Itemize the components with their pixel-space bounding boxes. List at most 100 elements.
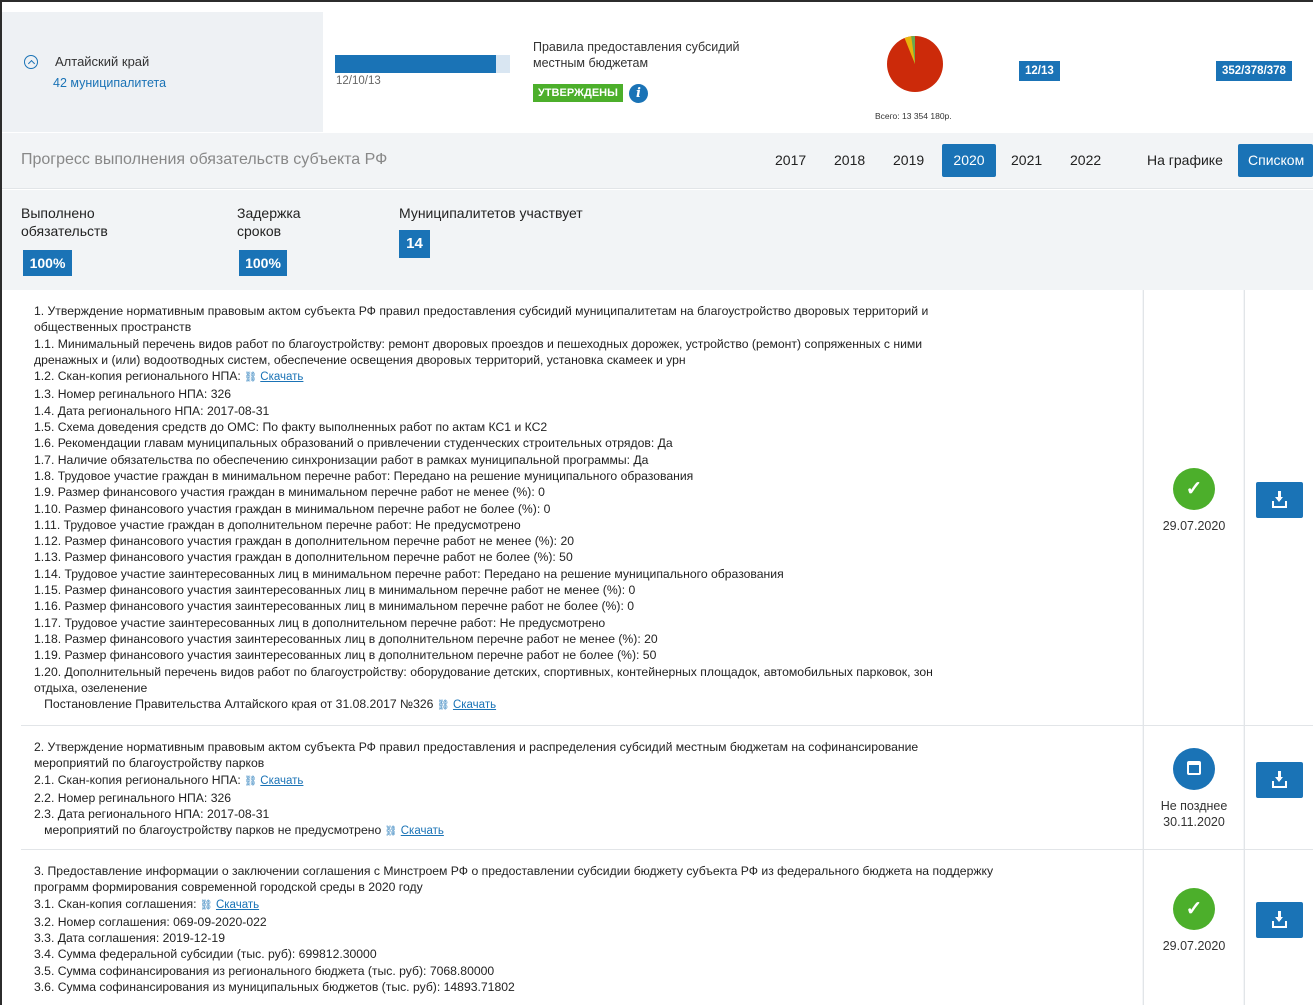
obligation-line-text: 1.3. Номер регинального НПА: 326: [34, 387, 232, 402]
count-badge-agreements[interactable]: 12/13: [1019, 61, 1060, 81]
obligation-line-text: 2.1. Скан-копия регионального НПА:: [34, 772, 245, 787]
obligation-line: 1.1. Минимальный перечень видов работ по…: [34, 336, 1132, 352]
link-icon: ⛓: [436, 700, 450, 712]
obligation-line: 2.3. Дата регионального НПА: 2017-08-31: [34, 806, 1132, 822]
status-date: 29.07.2020: [1162, 939, 1226, 953]
obligation-line: 2. Утверждение нормативным правовым акто…: [34, 739, 1132, 755]
download-cell: [1244, 850, 1313, 1005]
year-tab-2022[interactable]: 2022: [1062, 144, 1109, 177]
download-cell: [1244, 290, 1313, 725]
download-button[interactable]: [1256, 762, 1303, 798]
stats-row: Выполнено обязательств 100% Задержка сро…: [2, 190, 1313, 290]
year-tab-2021[interactable]: 2021: [1003, 144, 1050, 177]
obligation-line-text: Постановление Правительства Алтайского к…: [34, 697, 437, 712]
download-link[interactable]: Скачать: [260, 775, 303, 787]
status-date-line-2: 30.11.2020: [1163, 815, 1225, 829]
obligation-line: 3.1. Скан-копия соглашения: ⛓ Скачать: [34, 896, 1132, 914]
obligation-line: 1.16. Размер финансового участия заинтер…: [34, 598, 1132, 614]
status-cell: ✓ 29.07.2020: [1143, 850, 1243, 1005]
obligation-line-text: 1.9. Размер финансового участия граждан …: [34, 485, 545, 500]
obligation-line-text: 1.17. Трудовое участие заинтересованных …: [34, 615, 606, 630]
obligation-line: 1.4. Дата регионального НПА: 2017-08-31: [34, 403, 1132, 419]
download-link[interactable]: Скачать: [453, 699, 496, 711]
download-link[interactable]: Скачать: [401, 825, 444, 837]
obligation-line-text: 1.8. Трудовое участие граждан в минималь…: [34, 468, 694, 483]
year-tab-2019[interactable]: 2019: [885, 144, 932, 177]
obligation-text: 1. Утверждение нормативным правовым акто…: [21, 290, 1142, 725]
muni-value: 14: [399, 230, 430, 258]
obligation-line-text: 1.11. Трудовое участие граждан в дополни…: [34, 517, 521, 532]
obligation-line-text: отдыха, озеленение: [34, 680, 148, 695]
delay-value: 100%: [239, 250, 287, 276]
obligation-line: 3.3. Дата соглашения: 2019-12-19: [34, 930, 1132, 946]
obligation-line: 3.2. Номер соглашения: 069-09-2020-022: [34, 914, 1132, 930]
download-tray-icon: [1272, 781, 1287, 788]
year-tab-2017[interactable]: 2017: [767, 144, 814, 177]
obligation-line: 1.3. Номер регинального НПА: 326: [34, 386, 1132, 402]
obligation-line-text: 1.5. Схема доведения средств до ОМС: По …: [34, 420, 548, 435]
obligation-line-text: 2.3. Дата регионального НПА: 2017-08-31: [34, 807, 270, 822]
municipalities-link[interactable]: 42 муниципалитета: [53, 76, 166, 90]
download-link[interactable]: Скачать: [216, 899, 259, 911]
link-icon: ⛓: [244, 372, 257, 384]
obligation-line-text: 1.16. Размер финансового участия заинтер…: [34, 599, 635, 614]
done-label: Выполнено обязательств: [21, 204, 108, 240]
download-button[interactable]: [1256, 902, 1303, 938]
info-icon[interactable]: i: [629, 84, 648, 103]
obligation-line: отдыха, озеленение: [34, 680, 1132, 696]
year-tab-2020[interactable]: 2020: [942, 144, 996, 177]
collapse-icon[interactable]: [24, 55, 38, 69]
delay-label-line-2: сроков: [237, 223, 282, 239]
obligation-item: 3. Предоставление информации о заключени…: [21, 850, 1313, 1005]
muni-label: Муниципалитетов участвует: [399, 205, 583, 221]
obligation-line-text: 1.4. Дата регионального НПА: 2017-08-31: [34, 403, 270, 418]
obligation-line-text: 1.10. Размер финансового участия граждан…: [34, 501, 551, 516]
link-icon: ⛓: [384, 826, 398, 838]
download-link[interactable]: Скачать: [260, 371, 303, 383]
obligation-line-text: программ формирования современной городс…: [34, 880, 423, 895]
obligation-line: мероприятий по благоустройству парков: [34, 755, 1132, 771]
obligation-line-text: 1.12. Размер финансового участия граждан…: [34, 534, 575, 549]
status-date-line-1: Не позднее: [1160, 799, 1228, 813]
region-cell: Алтайский край 42 муниципалитета: [2, 12, 323, 132]
obligation-line-text: 1. Утверждение нормативным правовым акто…: [34, 304, 929, 318]
delay-label: Задержка сроков: [237, 204, 301, 240]
obligation-line-text: 3.3. Дата соглашения: 2019-12-19: [34, 931, 225, 946]
obligation-line-text: 1.7. Наличие обязательства по обеспечени…: [34, 452, 649, 467]
obligation-line: 1.9. Размер финансового участия граждан …: [34, 484, 1132, 500]
region-progress-fill: [335, 55, 496, 73]
obligation-line: 1.5. Схема доведения средств до ОМС: По …: [34, 419, 1132, 435]
obligation-line-text: 1.20. Дополнительный перечень видов рабо…: [34, 664, 933, 679]
download-button[interactable]: [1256, 482, 1303, 518]
progress-header: Прогресс выполнения обязательств субъект…: [2, 133, 1313, 189]
obligation-line: 1.14. Трудовое участие заинтересованных …: [34, 566, 1132, 582]
status-badge: УТВЕРЖДЕНЫ: [533, 84, 623, 102]
obligation-line-text: 3.4. Сумма федеральной субсидии (тыс. ру…: [34, 947, 377, 962]
obligation-line: 1.18. Размер финансового участия заинтер…: [34, 631, 1132, 647]
obligation-line: 1.19. Размер финансового участия заинтер…: [34, 647, 1132, 663]
obligation-line: 1.11. Трудовое участие граждан в дополни…: [34, 517, 1132, 533]
view-list-button[interactable]: Списком: [1238, 144, 1313, 177]
obligation-line: 1.7. Наличие обязательства по обеспечени…: [34, 452, 1132, 468]
calendar-icon: [1173, 748, 1215, 790]
status-date: 29.07.2020: [1162, 519, 1226, 533]
calendar-glyph: [1187, 761, 1201, 775]
obligation-line-text: 1.2. Скан-копия регионального НПА:: [34, 369, 245, 384]
obligation-line: общественных пространств: [34, 319, 1132, 335]
region-progress-bar: [335, 55, 510, 73]
check-icon: ✓: [1173, 888, 1215, 930]
delay-label-line-1: Задержка: [237, 205, 301, 221]
view-chart-button[interactable]: На графике: [1138, 144, 1232, 177]
obligation-line-text: мероприятий по благоустройству парков: [34, 756, 265, 771]
year-tab-2018[interactable]: 2018: [826, 144, 873, 177]
obligation-line-text: мероприятий по благоустройству парков не…: [34, 823, 385, 838]
obligation-line-text: 1.15. Размер финансового участия заинтер…: [34, 583, 636, 598]
obligation-line-text: 3.1. Скан-копия соглашения:: [34, 896, 200, 911]
obligation-line-text: 2. Утверждение нормативным правовым акто…: [34, 740, 919, 754]
obligation-line: 3.4. Сумма федеральной субсидии (тыс. ру…: [34, 946, 1132, 962]
status-cell: ✓ 29.07.2020: [1143, 290, 1243, 725]
check-icon: ✓: [1173, 468, 1215, 510]
count-badge-objects[interactable]: 352/378/378: [1216, 61, 1292, 81]
obligation-line: 1.12. Размер финансового участия граждан…: [34, 533, 1132, 549]
done-label-line-2: обязательств: [21, 223, 108, 239]
